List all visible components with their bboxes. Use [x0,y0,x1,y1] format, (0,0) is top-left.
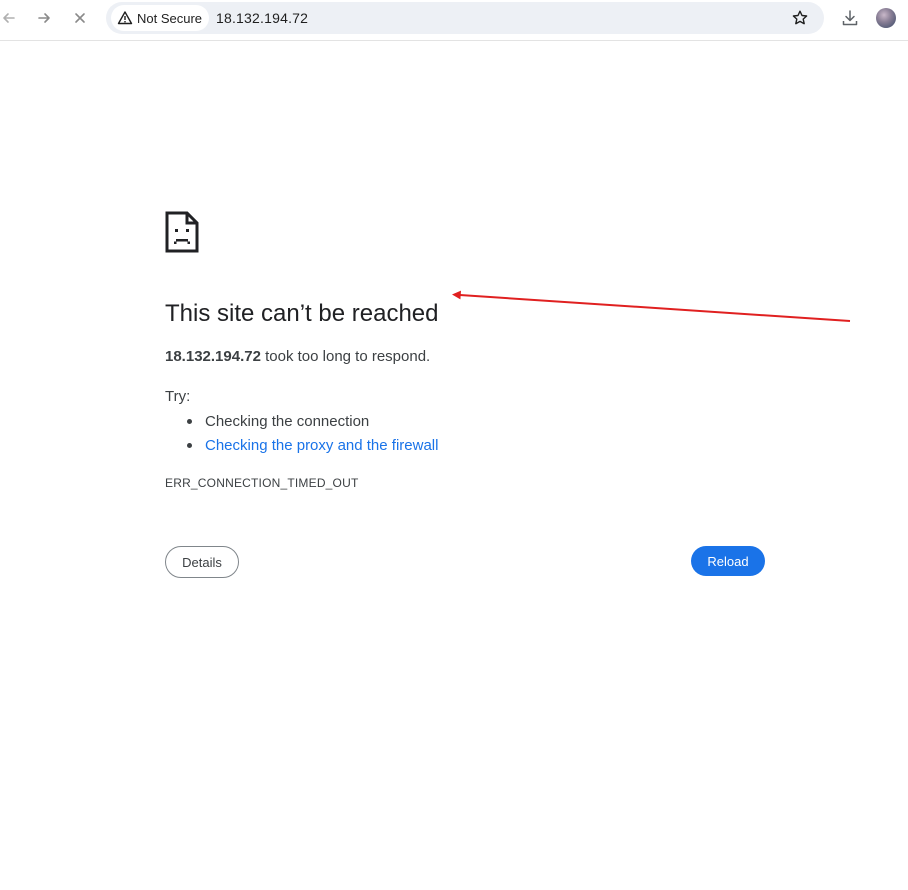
summary-host: 18.132.194.72 [165,348,261,365]
error-title: This site can’t be reached [165,300,439,327]
url-text[interactable]: 18.132.194.72 [216,10,308,26]
bookmark-button[interactable] [790,8,810,28]
error-summary: 18.132.194.72 took too long to respond. [165,348,430,365]
sad-document-icon [165,211,199,253]
warning-triangle-icon [117,10,133,26]
reload-button[interactable]: Reload [691,546,765,576]
star-icon [792,10,808,25]
forward-button[interactable] [32,8,56,28]
downloads-button[interactable] [840,8,860,28]
annotation-arrow-head [452,290,461,300]
suggestion-check-connection: Checking the connection [165,410,438,434]
error-code: ERR_CONNECTION_TIMED_OUT [165,476,359,490]
avatar[interactable] [876,8,896,28]
download-icon [842,10,858,26]
suggestion-check-proxy-link[interactable]: Checking the proxy and the firewall [165,434,438,458]
arrow-left-icon [3,13,15,23]
stop-loading-button[interactable] [68,8,92,28]
arrow-right-icon [38,13,50,23]
annotation-arrow-line [459,294,851,322]
try-label: Try: [165,388,191,405]
security-chip[interactable]: Not Secure [111,5,209,31]
browser-toolbar: Not Secure 18.132.194.72 [0,0,908,41]
annotation-arrow [452,290,851,322]
close-icon [75,13,85,23]
back-button[interactable] [0,8,21,28]
summary-text: took too long to respond. [260,348,431,365]
details-button[interactable]: Details [165,546,239,578]
address-bar[interactable]: Not Secure 18.132.194.72 [106,2,824,34]
suggestions-list: Checking the connection Checking the pro… [165,410,438,458]
security-label: Not Secure [137,10,203,26]
